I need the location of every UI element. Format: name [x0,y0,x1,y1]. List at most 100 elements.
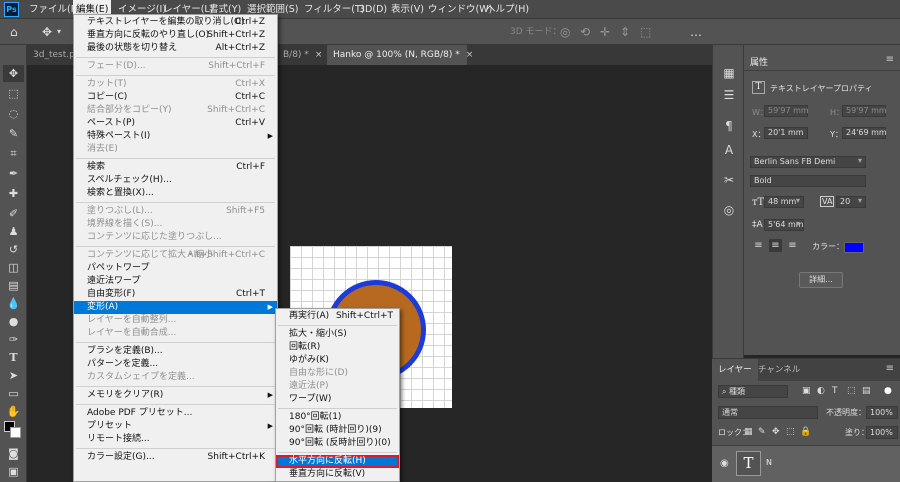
tab-hidden-doc[interactable]: B/8) * × [277,45,327,65]
edit-menu-item-9[interactable]: ペースト(P) Ctrl+V [74,117,277,130]
panel-menu-icon[interactable]: ≡ [886,363,894,374]
edit-menu-item-15[interactable]: 検索と置換(X)... [74,187,277,200]
lock-position-icon[interactable]: ✥ [772,426,780,439]
gradient-tool-icon[interactable]: ▤ [3,277,24,294]
marquee-tool-icon[interactable]: ⬚ [3,85,24,102]
transform-menu-item-2[interactable]: 拡大・縮小(S) [276,328,399,341]
3d-scale-icon[interactable]: ⬚ [640,19,651,45]
adjustments-panel-icon[interactable]: ☰ [721,87,737,103]
paragraph-panel-icon[interactable]: ¶ [721,118,737,134]
align-center-icon[interactable]: ≡ [769,239,782,252]
font-family-select[interactable]: Berlin Sans FB Demi ▾ [750,156,866,168]
edit-menu-item-10[interactable]: 特殊ペースト(I) ▶ [74,130,277,143]
character-panel-icon[interactable]: A [721,142,737,158]
stamp-tool-icon[interactable]: ♟ [3,223,24,240]
blend-mode-select[interactable]: 通常 [718,406,818,419]
properties-tab[interactable]: 属性 ≡ [744,53,900,71]
font-size-field[interactable]: 48 mm ▾ [764,196,804,208]
transform-menu-item-4[interactable]: ゆがみ(K) [276,354,399,367]
pen-tool-icon[interactable]: ✑ [3,331,24,348]
font-style-select[interactable]: Bold [750,175,866,187]
3d-slide-icon[interactable]: ⇕ [620,19,630,45]
more-icon[interactable]: … [690,19,702,45]
shape-tool-icon[interactable]: ▭ [3,385,24,402]
align-right-icon[interactable]: ≡ [786,239,799,252]
menu-3d[interactable]: 3D(D) [356,0,390,19]
y-field[interactable]: 24'69 mm [842,127,887,139]
tab-layers[interactable]: レイヤー [712,359,758,381]
hand-tool-icon[interactable]: ✋ [3,403,24,420]
lock-all-icon[interactable]: 🔒 [800,426,811,439]
text-color-swatch[interactable] [844,242,864,253]
close-icon[interactable]: × [315,50,323,60]
edit-menu-item-37[interactable]: リモート接続... [74,433,277,446]
transform-menu-item-11[interactable]: 90°回転 (反時計回り)(0) [276,437,399,450]
type-tool-icon[interactable]: T [3,349,24,366]
leading-field[interactable]: 5'64 mm ▾ [764,219,804,231]
width-field[interactable]: 59'97 mm [764,105,809,117]
3d-orbit-icon[interactable]: ◎ [560,19,570,45]
quick-select-icon[interactable]: ✎ [3,125,24,142]
pixel-filter-icon[interactable]: ▣ [802,385,811,398]
transform-menu-item-9[interactable]: 180°回転(1) [276,411,399,424]
history-panel-icon[interactable]: ▦ [721,65,737,81]
eyedropper-icon[interactable]: ✒ [3,165,24,182]
close-icon[interactable]: × [466,50,474,60]
3d-roll-icon[interactable]: ⟲ [580,19,590,45]
filter-toggle-icon[interactable]: ● [884,385,892,398]
edit-menu-item-23[interactable]: 遠近法ワープ [74,275,277,288]
x-field[interactable]: 20'1 mm [764,127,808,139]
edit-menu-item-7[interactable]: コピー(C) Ctrl+C [74,91,277,104]
edit-menu-item-0[interactable]: テキストレイヤーを編集の取り消し(O) Ctrl+Z [74,16,277,29]
transform-menu-item-7[interactable]: ワープ(W) [276,393,399,406]
healing-brush-icon[interactable]: ✚ [3,185,24,202]
crop-tool-icon[interactable]: ⌗ [3,145,24,162]
smart-object-filter-icon[interactable]: ▤ [862,385,871,398]
tools-preset-icon[interactable]: ✂ [721,172,737,188]
home-icon[interactable]: ⌂ [10,19,18,45]
transform-menu-item-13[interactable]: 水平方向に反転(H) [276,455,399,468]
filter-kind-select[interactable]: ⌕ 種類 [718,385,788,398]
edit-menu-item-1[interactable]: 垂直方向に反転のやり直し(O) Shift+Ctrl+Z [74,29,277,42]
edit-menu-item-33[interactable]: メモリをクリア(R) ▶ [74,389,277,402]
brush-tool-icon[interactable]: ✐ [3,205,24,222]
tab-hanko[interactable]: Hanko @ 100% (N, RGB/8) * × [327,45,473,65]
3d-panel-icon[interactable]: ◎ [721,202,737,218]
menu-view[interactable]: 表示(V) [388,0,427,19]
screen-mode-icon[interactable]: ▣ [3,463,24,480]
lock-artboard-icon[interactable]: ⬚ [786,426,795,439]
transform-menu-item-3[interactable]: 回転(R) [276,341,399,354]
edit-menu-item-25[interactable]: 変形(A) ▶ [74,301,277,314]
fill-field[interactable]: 100% [866,426,898,439]
move-tool-icon[interactable]: ✥ [3,65,24,82]
adjustment-filter-icon[interactable]: ◐ [817,385,825,398]
tracking-field[interactable]: 20 ▾ [836,196,866,208]
tab-channels[interactable]: チャンネル [752,359,806,381]
lock-transparent-icon[interactable]: ▦ [744,426,753,439]
transform-menu-item-14[interactable]: 垂直方向に反転(V) [276,468,399,481]
path-select-icon[interactable]: ➤ [3,367,24,384]
edit-menu-item-24[interactable]: 自由変形(F) Ctrl+T [74,288,277,301]
edit-menu-item-13[interactable]: 検索 Ctrl+F [74,161,277,174]
eraser-tool-icon[interactable]: ◫ [3,259,24,276]
blur-tool-icon[interactable]: 💧 [3,295,24,312]
type-filter-icon[interactable]: T [832,385,838,398]
edit-menu-item-2[interactable]: 最後の状態を切り替え Alt+Ctrl+Z [74,42,277,55]
eye-icon[interactable]: ◉ [720,458,729,469]
menu-help[interactable]: ヘルプ(H) [483,0,532,19]
edit-menu-item-36[interactable]: プリセット ▶ [74,420,277,433]
tab-3d-test[interactable]: 3d_test.psd [27,45,85,65]
chevron-down-icon[interactable]: ▾ [57,19,61,45]
edit-menu-item-30[interactable]: パターンを定義... [74,358,277,371]
quick-mask-icon[interactable]: ◙ [3,445,24,462]
edit-menu-item-22[interactable]: パペットワープ [74,262,277,275]
3d-pan-icon[interactable]: ✛ [600,19,610,45]
history-brush-icon[interactable]: ↺ [3,241,24,258]
dodge-tool-icon[interactable]: ● [3,313,24,330]
edit-menu-item-14[interactable]: スペルチェック(H)... [74,174,277,187]
align-left-icon[interactable]: ≡ [752,239,765,252]
edit-menu-item-35[interactable]: Adobe PDF プリセット... [74,407,277,420]
height-field[interactable]: 59'97 mm [842,105,887,117]
opacity-field[interactable]: 100% [866,406,898,419]
transform-menu-item-10[interactable]: 90°回転 (時計回り)(9) [276,424,399,437]
